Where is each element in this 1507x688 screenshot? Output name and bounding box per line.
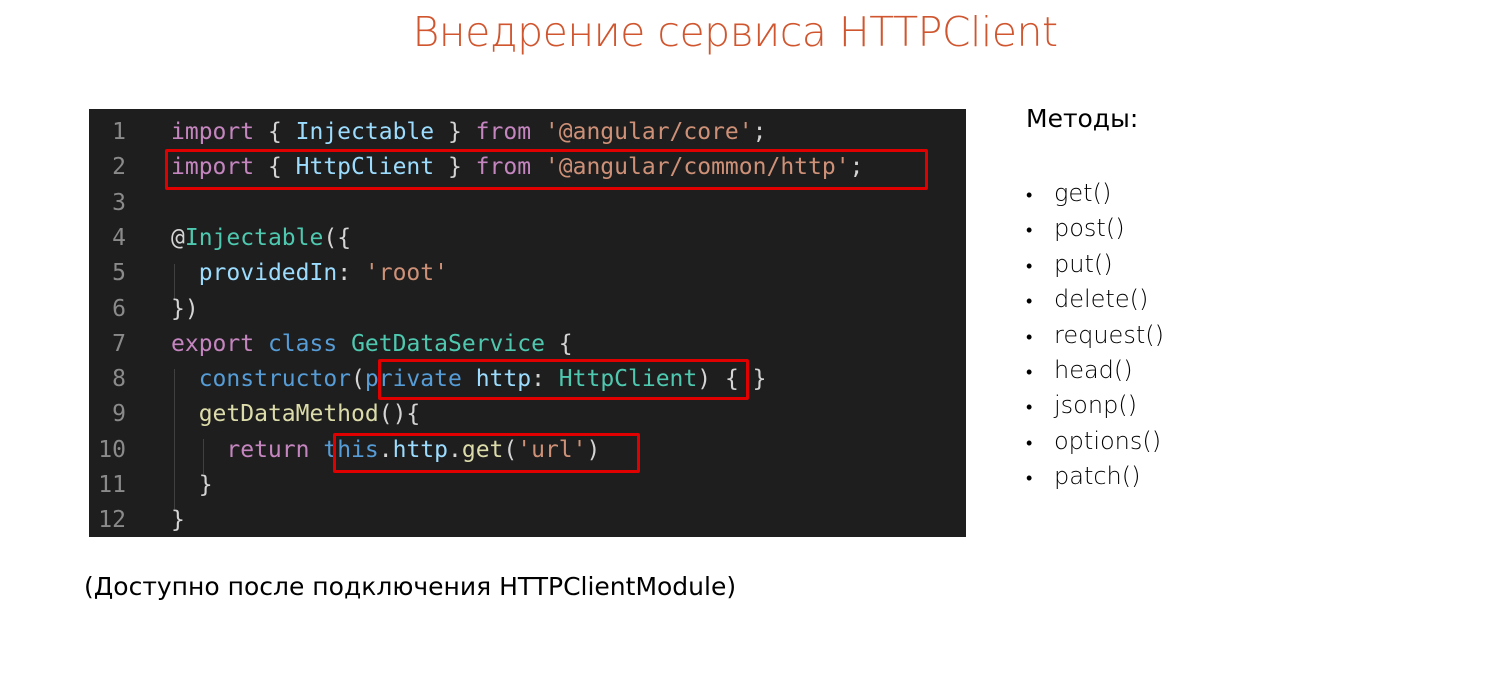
bullet-icon: • (1026, 397, 1033, 419)
code-token: class (267, 330, 338, 357)
code-line: 7 export class GetDataService { (89, 327, 966, 362)
method-item: • patch() (1026, 459, 1164, 494)
line-number: 10 (98, 436, 126, 463)
code-text: getDataMethod(){ (171, 397, 421, 432)
code-token: ; (752, 119, 767, 145)
code-token: { (544, 330, 573, 357)
bullet-icon: • (1026, 185, 1033, 206)
code-text: } (171, 468, 213, 503)
bullet-icon: • (1026, 432, 1033, 454)
code-token: getDataMethod (198, 401, 379, 428)
method-name: post() (1054, 214, 1125, 243)
code-text: export class GetDataService { (171, 327, 573, 362)
code-token: { (254, 119, 296, 145)
method-name: jsonp() (1054, 391, 1138, 420)
method-name: put() (1054, 249, 1113, 278)
bullet-icon: • (1026, 326, 1033, 348)
code-line: 11 } (89, 468, 966, 503)
bullet-icon: • (1026, 220, 1033, 242)
code-line: 4 @Injectable({ (89, 221, 966, 256)
code-token: : (337, 260, 365, 287)
line-number: 7 (112, 330, 126, 357)
method-item: • delete() (1026, 282, 1164, 317)
code-token: ( (351, 366, 365, 393)
line-number: 1 (112, 119, 126, 145)
method-name: patch() (1054, 462, 1141, 491)
code-token: from (475, 119, 532, 145)
code-line: 5 providedIn: 'root' (89, 256, 966, 291)
code-line: 12} (89, 503, 966, 537)
line-number: 2 (112, 154, 126, 181)
method-item: • get() (1026, 176, 1164, 211)
method-name: get() (1054, 179, 1112, 207)
line-number: 6 (112, 295, 126, 322)
code-token: GetDataService (351, 330, 545, 357)
bullet-icon: • (1026, 361, 1033, 383)
code-token: Injectable (295, 119, 435, 145)
code-screenshot: 1 import { Injectable } from '@angular/co… (89, 109, 966, 537)
bullet-icon: • (1026, 255, 1033, 277)
code-token: export (171, 330, 255, 357)
highlight-box-http-get-call (333, 433, 640, 473)
code-text: @Injectable({ (171, 221, 351, 256)
code-line: 1 import { Injectable } from '@angular/co… (89, 115, 966, 150)
method-item: • post() (1026, 211, 1164, 246)
code-token: } (171, 507, 185, 534)
code-text: providedIn: 'root' (171, 256, 448, 291)
methods-heading: Методы: (1026, 104, 1139, 133)
method-item: • jsonp() (1026, 388, 1164, 423)
code-token: 'root' (364, 260, 448, 287)
line-number: 3 (112, 189, 126, 216)
slide-title: Внедрение сервиса HTTPClient (412, 8, 1058, 56)
footnote: (Доступно после подключения HTTPClientMo… (84, 572, 737, 601)
highlight-box-constructor-param (378, 359, 749, 400)
method-name: delete() (1054, 285, 1149, 314)
method-name: head() (1054, 355, 1133, 384)
method-item: • options() (1026, 424, 1164, 459)
method-item: • put() (1026, 247, 1164, 282)
code-token: ({ (323, 224, 352, 251)
code-token: import (171, 119, 255, 145)
code-line: 3 (89, 186, 966, 221)
code-text: } (171, 503, 185, 537)
code-token: return (226, 436, 310, 463)
line-number: 4 (112, 224, 126, 251)
code-token: } (434, 119, 476, 145)
methods-list: • get() • post() • put() • delete() • request() • h… (1026, 176, 1164, 495)
code-text: import { Injectable } from '@angular/cor… (171, 115, 767, 150)
code-token: constructor (198, 366, 352, 393)
bullet-icon: • (1026, 291, 1033, 313)
method-name: request() (1054, 320, 1164, 349)
line-number: 11 (98, 472, 126, 498)
line-number: 9 (112, 401, 126, 428)
method-item: • request() (1026, 318, 1164, 353)
code-line: 9 getDataMethod(){ (89, 397, 966, 432)
method-item: • head() (1026, 353, 1164, 388)
code-token: }) (171, 295, 199, 322)
code-token: (){ (378, 401, 421, 428)
code-token: providedIn (198, 260, 338, 287)
code-text: }) (171, 292, 199, 327)
code-token: @ (171, 224, 185, 251)
code-token: '@angular/core' (544, 119, 753, 145)
bullet-icon: • (1026, 468, 1033, 490)
line-number: 8 (112, 366, 126, 393)
method-name: options() (1054, 426, 1162, 455)
code-line: 6}) (89, 292, 966, 327)
line-number: 5 (112, 260, 126, 287)
line-number: 12 (98, 507, 126, 534)
highlight-box-import-httpclient (165, 149, 928, 190)
code-token: Injectable (184, 224, 324, 251)
code-token: } (171, 472, 213, 498)
